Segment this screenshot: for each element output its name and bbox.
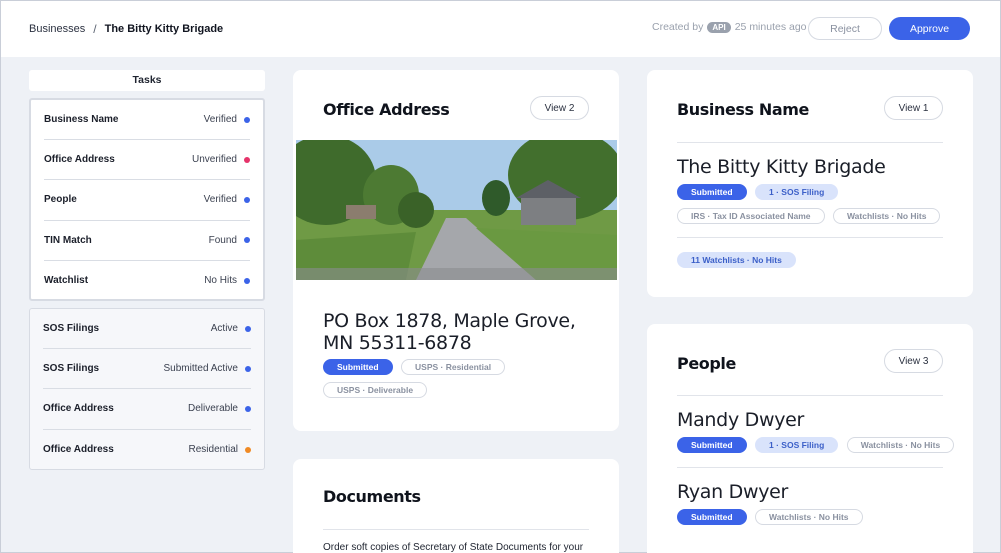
task-name: SOS Filings [43, 323, 100, 335]
api-badge: API [707, 21, 731, 33]
reject-button[interactable]: Reject [808, 17, 882, 40]
task-row[interactable]: Office Address Deliverable [43, 389, 251, 430]
office-address-title: Office Address [323, 100, 450, 119]
street-view-image [296, 140, 617, 280]
task-row[interactable]: Office Address Unverified [44, 140, 250, 181]
person-pill-row: Submitted 1 · SOS Filing Watchlists · No… [677, 435, 958, 453]
task-status: Residential [188, 444, 238, 456]
submitted-pill: Submitted [323, 359, 393, 375]
divider [323, 529, 589, 530]
address-line-2: MN 55311-6878 [323, 332, 472, 354]
documents-title: Documents [323, 487, 421, 506]
task-name: Office Address [44, 154, 115, 166]
task-status: Submitted Active [163, 363, 238, 375]
office-address-card: Office Address View 2 PO Box 1878, Maple… [293, 70, 619, 431]
people-title: People [677, 354, 736, 373]
office-address-view-button[interactable]: View 2 [530, 96, 589, 120]
task-row[interactable]: TIN Match Found [44, 221, 250, 261]
task-status: Verified [203, 194, 237, 206]
status-dot-icon [244, 116, 250, 123]
breadcrumb-current: The Bitty Kitty Brigade [104, 23, 224, 35]
status-dot-icon [245, 325, 251, 332]
street-view-illustration [296, 140, 617, 280]
status-dot-icon [244, 156, 250, 163]
task-name: Watchlist [44, 275, 89, 287]
task-status: Active [210, 323, 238, 335]
status-dot-icon [244, 196, 250, 203]
top-header: Businesses / The Bitty Kitty Brigade Cre… [1, 1, 1000, 57]
person-name: Mandy Dwyer [677, 409, 805, 431]
task-row[interactable]: People Verified [44, 180, 250, 221]
task-row[interactable]: SOS Filings Submitted Active [43, 349, 251, 390]
task-name: Business Name [44, 114, 119, 126]
task-row[interactable]: Watchlist No Hits [44, 261, 250, 301]
submitted-pill: Submitted [677, 509, 747, 525]
usps-deliverable-pill: USPS · Deliverable [323, 382, 428, 398]
usps-residential-pill: USPS · Residential [401, 359, 506, 375]
divider [677, 237, 943, 238]
task-status: Deliverable [187, 403, 238, 415]
sos-filing-pill[interactable]: 1 · SOS Filing [755, 437, 839, 453]
breadcrumb-separator: / [93, 22, 97, 36]
status-dot-icon [245, 405, 251, 412]
divider [677, 395, 943, 396]
task-status: Verified [203, 114, 237, 126]
business-name-title: Business Name [677, 100, 809, 119]
business-pill-row-2: IRS · Tax ID Associated Name Watchlists … [677, 206, 944, 224]
breadcrumb-businesses-link[interactable]: Businesses [29, 23, 85, 35]
person-pill-row: Submitted Watchlists · No Hits [677, 507, 867, 525]
address-pill-row-2: USPS · Deliverable [323, 380, 431, 398]
task-row[interactable]: Office Address Residential [43, 430, 251, 470]
irs-tax-id-pill: IRS · Tax ID Associated Name [677, 208, 825, 224]
submitted-pill: Submitted [677, 437, 747, 453]
task-group-secondary: SOS Filings Active SOS Filings Submitted… [29, 308, 265, 470]
divider [677, 467, 943, 468]
task-name: People [44, 194, 77, 206]
business-pill-row-3: 11 Watchlists · No Hits [677, 250, 800, 268]
address-pill-row-1: Submitted USPS · Residential [323, 357, 509, 375]
status-dot-icon [245, 365, 251, 372]
watchlists-pill: Watchlists · No Hits [755, 509, 863, 525]
business-name-value: The Bitty Kitty Brigade [677, 156, 886, 178]
documents-card: Documents Order soft copies of Secretary… [293, 459, 619, 553]
created-time: 25 minutes ago [734, 21, 807, 33]
watchlists-pill: Watchlists · No Hits [832, 208, 941, 224]
breadcrumb: Businesses / The Bitty Kitty Brigade [29, 22, 223, 36]
documents-description: Order soft copies of Secretary of State … [323, 542, 584, 553]
person-name: Ryan Dwyer [677, 481, 789, 503]
business-name-view-button[interactable]: View 1 [884, 96, 943, 120]
tasks-title: Tasks [29, 70, 265, 91]
status-dot-icon [244, 277, 250, 284]
created-prefix: Created by [652, 21, 704, 33]
submitted-pill: Submitted [677, 184, 747, 200]
status-dot-icon [244, 237, 250, 244]
task-name: Office Address [43, 444, 114, 456]
created-info: Created by API 25 minutes ago [652, 21, 807, 33]
sos-filing-pill[interactable]: 1 · SOS Filing [755, 184, 839, 200]
task-row[interactable]: SOS Filings Active [43, 309, 251, 350]
people-card: People View 3 Mandy Dwyer Submitted 1 · … [647, 324, 973, 553]
task-status: Found [208, 234, 237, 246]
task-row[interactable]: Business Name Verified [44, 100, 250, 141]
watchlists-count-pill[interactable]: 11 Watchlists · No Hits [677, 252, 796, 268]
watchlists-pill: Watchlists · No Hits [846, 437, 955, 453]
approve-button[interactable]: Approve [889, 17, 970, 40]
task-name: SOS Filings [43, 363, 100, 375]
task-group-primary: Business Name Verified Office Address Un… [29, 98, 265, 301]
task-name: TIN Match [44, 234, 92, 246]
address-line-1: PO Box 1878, Maple Grove, [323, 310, 576, 332]
task-status: Unverified [191, 154, 237, 166]
task-status: No Hits [204, 275, 237, 287]
business-name-card: Business Name View 1 The Bitty Kitty Bri… [647, 70, 973, 297]
people-view-button[interactable]: View 3 [884, 349, 943, 373]
business-pill-row-1: Submitted 1 · SOS Filing [677, 182, 842, 200]
task-name: Office Address [43, 403, 114, 415]
status-dot-icon [245, 446, 251, 453]
divider [677, 142, 943, 143]
